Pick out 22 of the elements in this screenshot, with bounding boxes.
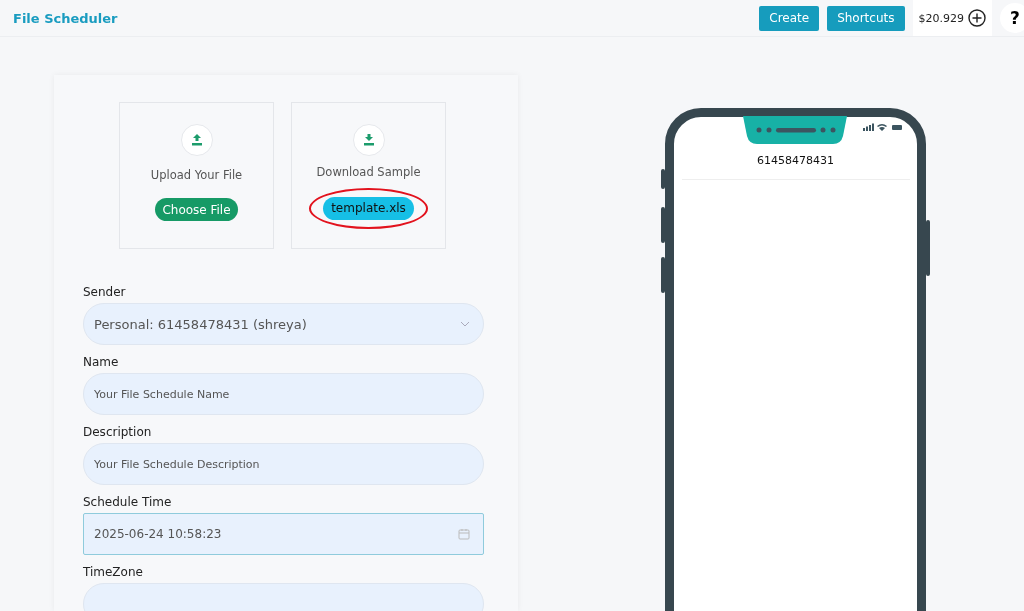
input-field[interactable]: Your File Schedule Description xyxy=(83,443,484,485)
upload-icon xyxy=(180,124,213,156)
status-icons xyxy=(863,123,903,131)
upload-label: Upload Your File xyxy=(150,168,243,182)
field-label: Description xyxy=(83,425,153,439)
input-field[interactable]: Your File Schedule Name xyxy=(83,373,484,415)
template-link[interactable]: template.xls xyxy=(323,197,414,220)
download-label: Download Sample xyxy=(316,165,421,179)
calendar-icon xyxy=(458,528,470,540)
field-label: Sender xyxy=(83,285,127,299)
select-field[interactable]: Personal: 61458478431 (shreya) xyxy=(83,303,484,345)
help-button[interactable]: ? xyxy=(1000,3,1024,33)
download-icon xyxy=(352,124,385,156)
balance-amount: $20.929 xyxy=(918,11,964,25)
field-label: Name xyxy=(83,355,120,369)
phone-number: 61458478431 xyxy=(757,154,834,167)
date-time-field[interactable]: 2025-06-24 10:58:23 xyxy=(83,513,484,555)
choose-file-button[interactable]: Choose File xyxy=(155,198,238,221)
add-funds-icon[interactable] xyxy=(968,9,986,27)
field-label: TimeZone xyxy=(83,565,144,579)
field-label: Schedule Time xyxy=(83,495,173,509)
chevron-down-icon xyxy=(460,321,470,327)
